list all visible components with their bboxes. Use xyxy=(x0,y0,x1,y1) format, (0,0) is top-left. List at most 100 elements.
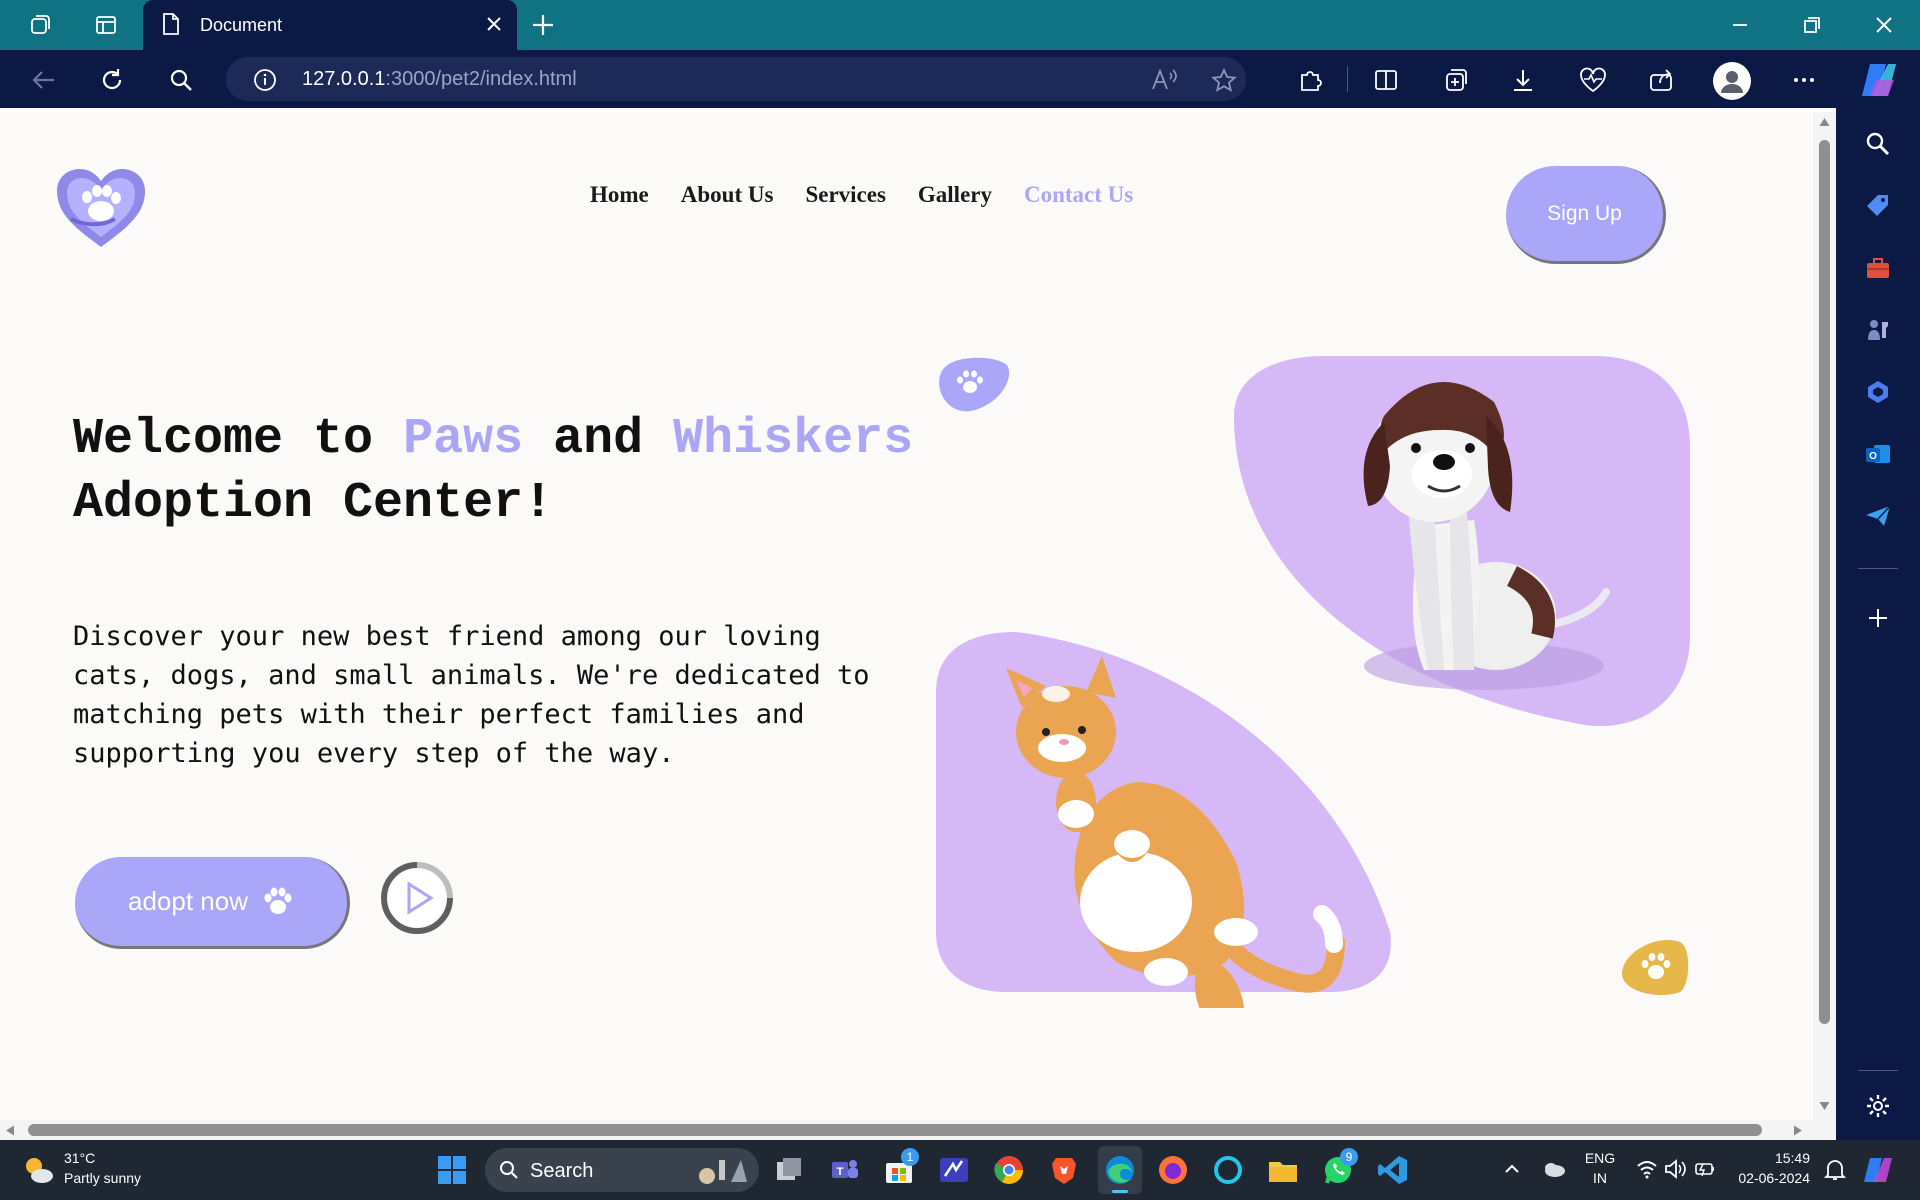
tab-title: Document xyxy=(200,15,283,35)
hero-title-part2: and xyxy=(523,411,674,468)
whatsapp-badge: 9 xyxy=(1340,1148,1358,1166)
profile-avatar[interactable] xyxy=(1713,62,1751,100)
scroll-up-icon[interactable] xyxy=(1818,116,1831,128)
purple-paw-blob-icon xyxy=(939,357,1010,412)
horizontal-scrollbar[interactable] xyxy=(0,1120,1836,1140)
search-label: Search xyxy=(530,1160,594,1182)
address-bar[interactable]: 127.0.0.1:3000/pet2/index.html xyxy=(226,57,1246,101)
hero-title-part3: Adoption Center! xyxy=(73,475,554,532)
page-viewport: Home About Us Services Gallery Contact U… xyxy=(0,112,1813,1120)
scroll-right-icon[interactable] xyxy=(1792,1124,1804,1137)
edge-icon xyxy=(1106,1156,1134,1184)
wifi-icon[interactable] xyxy=(1636,1158,1658,1180)
microsoft-365-icon[interactable] xyxy=(1864,378,1892,406)
nav-about-us[interactable]: About Us xyxy=(681,182,774,208)
nav-home[interactable]: Home xyxy=(590,182,649,208)
restore-icon[interactable] xyxy=(1800,13,1824,37)
close-window-icon[interactable] xyxy=(1872,13,1896,37)
task-view-icon[interactable] xyxy=(773,1154,805,1186)
chrome-icon[interactable] xyxy=(993,1154,1025,1186)
title-bar: Document xyxy=(0,0,1920,50)
downloads-icon[interactable] xyxy=(1509,66,1537,94)
split-screen-icon[interactable] xyxy=(1372,66,1400,94)
shopping-tag-icon[interactable] xyxy=(1864,192,1892,220)
copilot-icon[interactable] xyxy=(1858,60,1900,100)
refresh-icon[interactable] xyxy=(98,66,126,94)
add-icon[interactable] xyxy=(1864,604,1892,632)
file-explorer-icon[interactable] xyxy=(1267,1154,1299,1186)
back-icon[interactable] xyxy=(30,66,58,94)
yellow-paw-blob-icon xyxy=(1621,940,1689,996)
site-info-icon[interactable] xyxy=(252,67,278,93)
firefox-icon[interactable] xyxy=(1157,1154,1189,1186)
volume-icon[interactable] xyxy=(1664,1158,1688,1180)
taskbar-search[interactable]: Search xyxy=(485,1148,759,1192)
tools-icon[interactable] xyxy=(1864,254,1892,282)
active-indicator xyxy=(1112,1190,1128,1193)
vscode-icon[interactable] xyxy=(1377,1154,1409,1186)
nav-contact-us[interactable]: Contact Us xyxy=(1024,182,1133,208)
close-tab-icon[interactable] xyxy=(483,13,505,35)
windows-start-icon[interactable] xyxy=(436,1154,468,1186)
outlook-icon[interactable]: O xyxy=(1864,440,1892,468)
tab-actions-icon[interactable] xyxy=(94,13,118,37)
share-icon[interactable] xyxy=(1647,66,1675,94)
settings-gear-icon[interactable] xyxy=(1864,1092,1892,1120)
play-video-icon[interactable] xyxy=(380,861,454,935)
show-hidden-icons-chevron[interactable] xyxy=(1503,1162,1521,1176)
url-host: 127.0.0.1 xyxy=(302,68,386,90)
scroll-left-icon[interactable] xyxy=(4,1124,16,1137)
notification-bell-icon[interactable] xyxy=(1824,1158,1846,1182)
horizontal-scroll-thumb[interactable] xyxy=(28,1124,1762,1136)
weather-partly-sunny-icon[interactable] xyxy=(20,1152,56,1188)
minimize-icon[interactable] xyxy=(1728,13,1752,37)
adopt-now-label: adopt now xyxy=(128,886,248,916)
cortana-icon[interactable] xyxy=(1212,1154,1244,1186)
onedrive-cloud-icon[interactable] xyxy=(1541,1158,1567,1180)
toolbar-divider xyxy=(1347,66,1348,92)
hero-title-whiskers: Whiskers xyxy=(673,411,914,468)
games-icon[interactable] xyxy=(1864,316,1892,344)
user-icon xyxy=(1721,71,1743,93)
scroll-down-icon[interactable] xyxy=(1818,1100,1831,1112)
new-tab-icon[interactable] xyxy=(530,12,556,38)
weather-description: Partly sunny xyxy=(64,1170,142,1186)
workspaces-icon[interactable] xyxy=(28,13,52,37)
language-eng[interactable]: ENG xyxy=(1580,1150,1620,1166)
brave-icon[interactable] xyxy=(1048,1154,1080,1186)
more-options-icon[interactable] xyxy=(1790,66,1818,94)
tab-document[interactable]: Document xyxy=(143,0,517,50)
hero-title-paws: Paws xyxy=(403,411,524,468)
collections-icon[interactable] xyxy=(1441,66,1469,94)
hero-title-part1: Welcome to xyxy=(73,411,404,468)
url-text[interactable]: 127.0.0.1:3000/pet2/index.html xyxy=(302,68,577,91)
adopt-now-button[interactable]: adopt now xyxy=(75,857,350,949)
clock-date[interactable]: 02-06-2024 xyxy=(1730,1170,1810,1186)
send-icon[interactable] xyxy=(1864,502,1892,530)
search-icon[interactable] xyxy=(167,66,195,94)
search-highlight-icon xyxy=(699,1160,747,1184)
microsoft-store-app[interactable]: 1 xyxy=(883,1148,919,1186)
extensions-icon[interactable] xyxy=(1296,66,1324,94)
battery-icon[interactable] xyxy=(1694,1158,1716,1180)
nav-gallery[interactable]: Gallery xyxy=(918,182,992,208)
language-region[interactable]: IN xyxy=(1580,1170,1620,1186)
sign-up-button[interactable]: Sign Up xyxy=(1506,166,1666,264)
browser-essentials-icon[interactable] xyxy=(1578,66,1608,94)
paw-heart-logo-icon[interactable] xyxy=(55,167,147,249)
copilot-taskbar-icon[interactable] xyxy=(1862,1154,1894,1186)
read-aloud-icon[interactable] xyxy=(1150,67,1178,93)
vertical-scroll-thumb[interactable] xyxy=(1819,140,1830,1024)
vertical-scrollbar[interactable] xyxy=(1813,112,1836,1120)
sidebar-divider-bottom xyxy=(1858,1070,1898,1071)
edge-app-active[interactable] xyxy=(1098,1146,1142,1194)
main-nav: Home About Us Services Gallery Contact U… xyxy=(590,182,1133,208)
whatsapp-app[interactable]: 9 xyxy=(1322,1148,1358,1186)
hero-description: Discover your new best friend among our … xyxy=(73,621,870,769)
nav-services[interactable]: Services xyxy=(805,182,885,208)
teams-icon[interactable]: T xyxy=(828,1154,860,1186)
zenmap-icon[interactable] xyxy=(938,1154,970,1186)
search-icon[interactable] xyxy=(1864,130,1892,158)
clock-time[interactable]: 15:49 xyxy=(1730,1150,1810,1166)
favorite-star-icon[interactable] xyxy=(1210,67,1238,95)
